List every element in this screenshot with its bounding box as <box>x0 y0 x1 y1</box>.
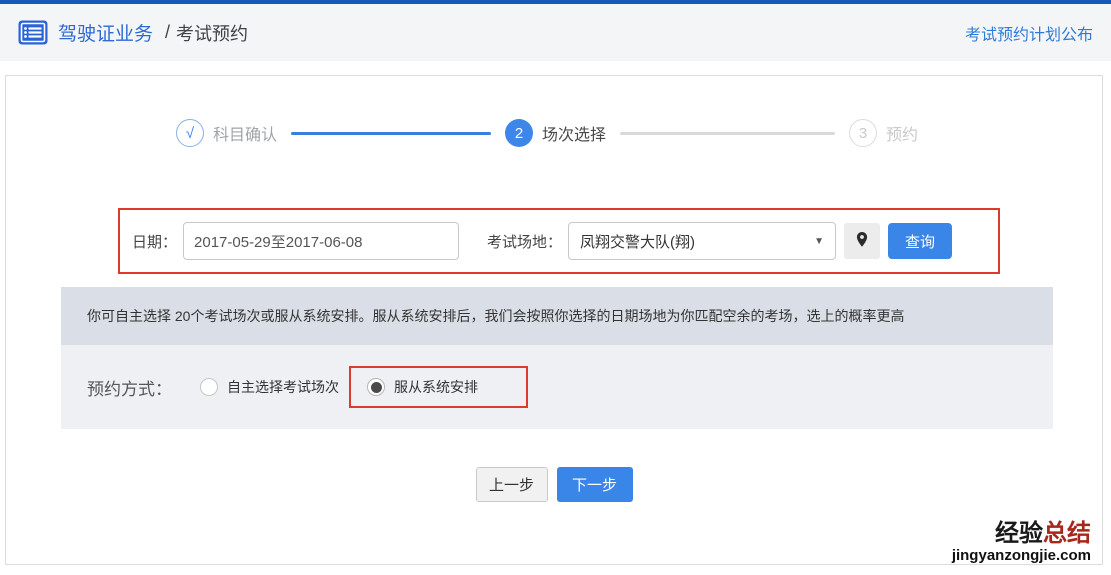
filter-row-highlighted: 日期： 考试场地： 凤翔交警大队(翔) ▼ 查询 <box>118 208 1000 274</box>
step-1-circle: √ <box>176 119 204 147</box>
previous-step-button[interactable]: 上一步 <box>476 467 548 502</box>
notice-text: 你可自主选择 20个考试场次或服从系统安排。服从系统安排后，我们会按照你选择的日… <box>87 306 904 326</box>
step-indicator: √ 科目确认 2 场次选择 3 预约 <box>6 119 1102 147</box>
radio-option-self-select[interactable]: 自主选择考试场次 <box>200 377 339 397</box>
step-2-label: 场次选择 <box>542 121 606 145</box>
list-icon <box>18 20 48 45</box>
venue-label: 考试场地： <box>487 231 562 252</box>
booking-mode-label: 预约方式： <box>87 375 172 400</box>
exam-plan-link[interactable]: 考试预约计划公布 <box>965 21 1093 45</box>
header: 驾驶证业务 / 考试预约 考试预约计划公布 <box>0 4 1111 61</box>
booking-mode-section: 预约方式： 自主选择考试场次 服从系统安排 <box>61 345 1053 429</box>
date-label: 日期： <box>132 231 177 252</box>
location-button[interactable] <box>844 223 880 259</box>
breadcrumb-page-title: 考试预约 <box>176 20 248 46</box>
step-connector-active <box>291 132 491 135</box>
page: 驾驶证业务 / 考试预约 考试预约计划公布 √ 科目确认 2 场次选择 3 预约… <box>0 0 1111 575</box>
site-watermark: 经验总结 jingyanzongjie.com <box>952 521 1091 564</box>
watermark-domain: jingyanzongjie.com <box>952 548 1091 565</box>
watermark-title-part2: 总结 <box>1043 520 1091 547</box>
query-button[interactable]: 查询 <box>888 223 952 259</box>
notice-bar: 你可自主选择 20个考试场次或服从系统安排。服从系统安排后，我们会按照你选择的日… <box>61 287 1053 345</box>
highlight-box: 服从系统安排 <box>349 366 528 408</box>
radio-option-label[interactable]: 自主选择考试场次 <box>227 377 339 397</box>
step-3-circle: 3 <box>849 119 877 147</box>
step-2-number: 2 <box>515 125 523 142</box>
breadcrumb: 驾驶证业务 / 考试预约 <box>18 19 248 46</box>
wizard-actions: 上一步 下一步 <box>6 467 1102 502</box>
breadcrumb-section-title[interactable]: 驾驶证业务 <box>58 19 153 46</box>
radio-checked-icon[interactable] <box>367 378 385 396</box>
dropdown-arrow-icon: ▼ <box>814 236 824 247</box>
step-1-check-icon: √ <box>186 125 194 142</box>
breadcrumb-separator: / <box>165 22 170 43</box>
watermark-title: 经验总结 <box>952 521 1091 547</box>
step-1-label: 科目确认 <box>213 121 277 145</box>
radio-option-label[interactable]: 服从系统安排 <box>394 377 478 397</box>
date-range-input[interactable] <box>183 222 459 260</box>
main-panel: √ 科目确认 2 场次选择 3 预约 日期： 考试场地： 凤翔交警大队(翔) ▼ <box>5 75 1103 565</box>
watermark-title-part1: 经验 <box>995 520 1043 547</box>
map-pin-icon <box>854 231 870 251</box>
radio-unchecked-icon[interactable] <box>200 378 218 396</box>
venue-select[interactable]: 凤翔交警大队(翔) ▼ <box>568 222 836 260</box>
step-3-label: 预约 <box>886 121 918 145</box>
step-connector-pending <box>620 132 835 135</box>
step-2-circle: 2 <box>505 119 533 147</box>
step-3-number: 3 <box>859 125 867 142</box>
next-step-button[interactable]: 下一步 <box>557 467 633 502</box>
venue-selected-value: 凤翔交警大队(翔) <box>580 231 695 252</box>
radio-option-system-arrange[interactable]: 服从系统安排 <box>367 377 478 397</box>
